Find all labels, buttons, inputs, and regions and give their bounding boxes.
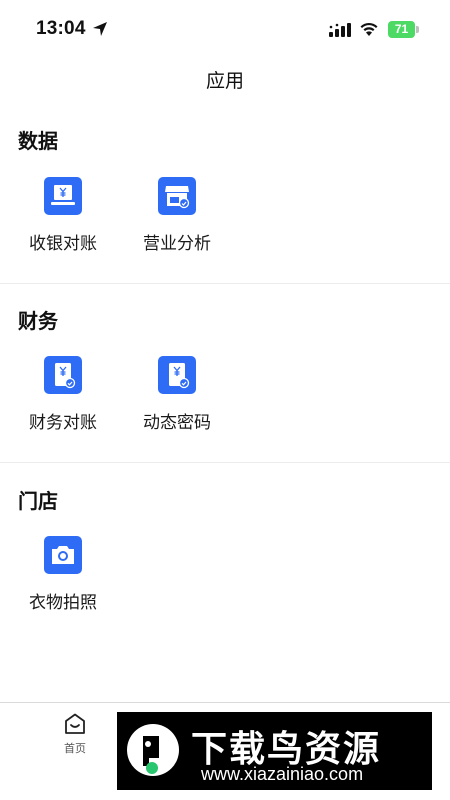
cellular-signal-icon bbox=[329, 23, 351, 37]
location-arrow-icon bbox=[93, 22, 107, 36]
cash-register-icon bbox=[44, 177, 82, 215]
tab-home[interactable]: 首页 bbox=[50, 710, 100, 760]
section-title: 门店 bbox=[18, 489, 58, 513]
app-tile-label: 衣物拍照 bbox=[29, 593, 97, 613]
dynamic-password-icon bbox=[158, 356, 196, 394]
status-time: 13:04 bbox=[36, 18, 86, 39]
app-tile-finance-reconcile[interactable]: 财务对账 bbox=[13, 356, 113, 448]
app-tile-label: 收银对账 bbox=[29, 234, 97, 254]
home-icon bbox=[65, 713, 85, 734]
battery-icon: 71 bbox=[388, 21, 415, 38]
watermark-url: www.xiazainiao.com bbox=[201, 764, 364, 784]
app-tile-dynamic-password[interactable]: 动态密码 bbox=[127, 356, 227, 448]
battery-level: 71 bbox=[394, 22, 409, 36]
section-divider bbox=[0, 462, 450, 463]
app-tile-business-analysis[interactable]: 营业分析 bbox=[127, 177, 227, 269]
section-title: 财务 bbox=[18, 309, 58, 333]
battery-cap bbox=[416, 26, 419, 33]
status-bar: 13:04 71 bbox=[0, 0, 450, 58]
camera-icon bbox=[44, 536, 82, 574]
app-tile-label: 财务对账 bbox=[29, 413, 97, 433]
app-tile-label: 动态密码 bbox=[143, 413, 211, 433]
bird-logo-icon bbox=[127, 724, 179, 776]
tab-home-label: 首页 bbox=[64, 742, 86, 755]
wifi-icon bbox=[360, 22, 378, 36]
app-tile-label: 营业分析 bbox=[143, 234, 211, 254]
section-title: 数据 bbox=[18, 129, 58, 153]
app-tile-clothing-photo[interactable]: 衣物拍照 bbox=[13, 536, 113, 628]
store-analytics-icon bbox=[158, 177, 196, 215]
watermark-banner: 下载鸟资源 www.xiazainiao.com bbox=[117, 712, 432, 790]
page-title: 应用 bbox=[205, 70, 244, 92]
finance-document-check-icon bbox=[44, 356, 82, 394]
section-divider bbox=[0, 283, 450, 284]
app-tile-cash-reconcile[interactable]: 收银对账 bbox=[13, 177, 113, 269]
tabbar-divider bbox=[0, 702, 450, 703]
